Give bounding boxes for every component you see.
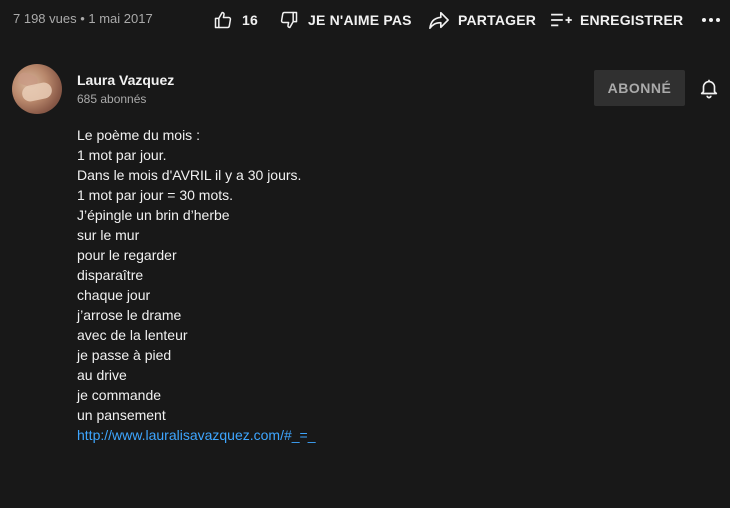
poem-line: un pansement — [77, 407, 166, 423]
bell-icon[interactable] — [698, 77, 720, 99]
thumbs-up-icon — [212, 10, 234, 30]
channel-name[interactable]: Laura Vazquez — [77, 72, 174, 88]
channel-row: Laura Vazquez 685 abonnés ABONNÉ — [0, 55, 730, 125]
like-count: 16 — [242, 12, 258, 28]
description-line: 1 mot par jour. — [77, 147, 167, 163]
video-description: Le poème du mois : 1 mot par jour. Dans … — [77, 125, 677, 445]
poem-line: chaque jour — [77, 287, 151, 303]
poem-line: j’arrose le drame — [77, 307, 182, 323]
share-button[interactable]: PARTAGER — [428, 10, 536, 30]
subscriber-count: 685 abonnés — [77, 92, 147, 106]
external-link[interactable]: http://www.lauralisavazquez.com/#_=_ — [77, 427, 316, 443]
poem-line: J’épingle un brin d’herbe — [77, 207, 230, 223]
video-meta-bar: 7 198 vues • 1 mai 2017 16 JE N'AIME PAS… — [0, 0, 730, 40]
share-label: PARTAGER — [458, 12, 537, 28]
poem-line: avec de la lenteur — [77, 327, 188, 343]
share-arrow-icon — [428, 10, 450, 30]
poem-line: sur le mur — [77, 227, 140, 243]
save-to-playlist-button[interactable]: ENREGISTRER — [550, 10, 683, 30]
playlist-add-icon — [550, 10, 572, 30]
dislike-label: JE N'AIME PAS — [308, 12, 412, 28]
thumbs-down-icon — [278, 10, 300, 30]
description-line: Le poème du mois : — [77, 127, 200, 143]
poem-line: je passe à pied — [77, 347, 172, 363]
poem-line: disparaître — [77, 267, 144, 283]
like-button[interactable]: 16 — [212, 10, 258, 30]
channel-avatar[interactable] — [12, 64, 62, 114]
more-horiz-icon — [700, 10, 722, 30]
more-actions-button[interactable] — [700, 10, 722, 30]
poem-line: pour le regarder — [77, 247, 177, 263]
subscribed-button[interactable]: ABONNÉ — [594, 70, 685, 106]
description-line: 1 mot par jour = 30 mots. — [77, 187, 234, 203]
dislike-button[interactable]: JE N'AIME PAS — [278, 10, 412, 30]
poem-line: au drive — [77, 367, 127, 383]
description-line: Dans le mois d'AVRIL il y a 30 jours. — [77, 167, 302, 183]
views-and-date: 7 198 vues • 1 mai 2017 — [13, 11, 153, 26]
poem-line: je commande — [77, 387, 162, 403]
save-label: ENREGISTRER — [580, 12, 684, 28]
